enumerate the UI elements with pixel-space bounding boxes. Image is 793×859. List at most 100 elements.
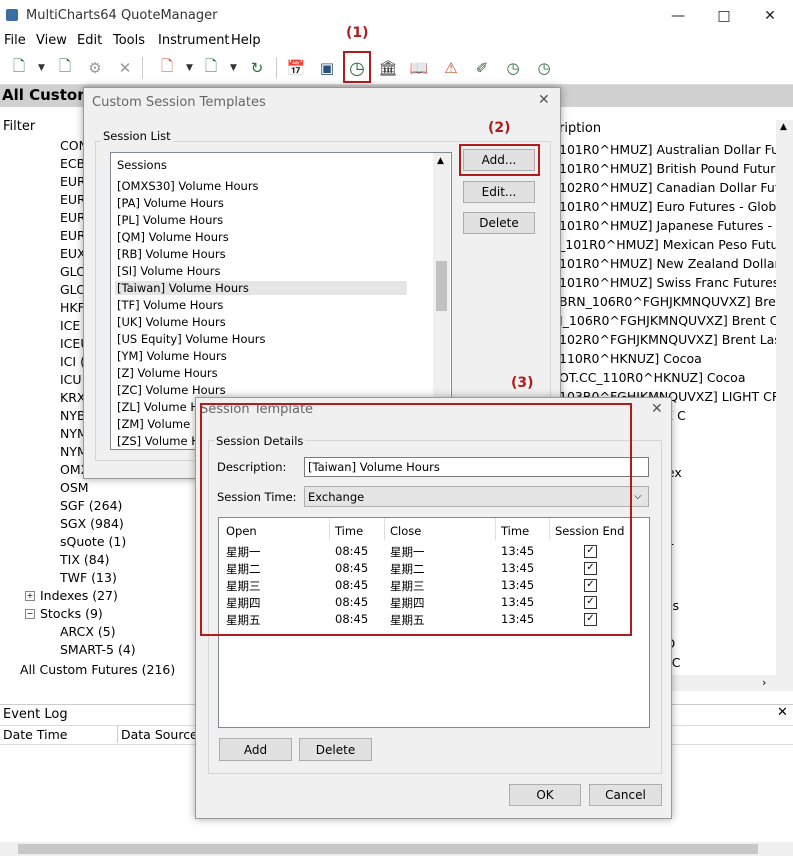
column-date-time[interactable]: Date Time (3, 727, 67, 742)
calendar-icon[interactable]: 📅 (285, 57, 307, 79)
tree-item[interactable]: ARCX (5) (60, 624, 116, 639)
session-item[interactable]: [TF] Volume Hours (117, 298, 223, 312)
tree-item[interactable]: SGF (264) (60, 498, 122, 513)
menu-tools[interactable]: Tools (113, 33, 145, 48)
menu-view[interactable]: View (36, 33, 67, 48)
session-item[interactable]: [YM] Volume Hours (117, 349, 227, 363)
tree-item[interactable]: HKF (60, 300, 85, 315)
cancel-button[interactable]: Cancel (589, 784, 662, 806)
session-item[interactable]: [Taiwan] Volume Hours (115, 281, 407, 295)
tree-item[interactable]: EUR (60, 228, 86, 243)
list-item[interactable]: 101R0^HMUZ] Japanese Futures - Glob (559, 218, 793, 233)
tree-item[interactable]: ICE (60, 318, 80, 333)
tree-item[interactable]: Indexes (27) (40, 588, 118, 603)
menu-file[interactable]: File (4, 33, 26, 48)
add-symbol-icon[interactable]: 🗋 (54, 57, 76, 79)
chevron-down-icon[interactable]: ⌵ (634, 491, 642, 502)
tree-item[interactable]: ICU (60, 372, 82, 387)
close-icon[interactable]: ✕ (651, 401, 663, 417)
alert-calendar-icon[interactable]: ⚠ (440, 57, 462, 79)
list-item[interactable]: 102R0^FGHJKMNQUVXZ] Brent Last D (559, 332, 793, 347)
session-item[interactable]: [PA] Volume Hours (117, 196, 224, 210)
ok-button[interactable]: OK (509, 784, 581, 806)
menu-help[interactable]: Help (231, 33, 261, 48)
session-item[interactable]: [US Equity] Volume Hours (117, 332, 265, 346)
close-icon[interactable]: ✕ (777, 705, 788, 720)
filter-label[interactable]: Filter (3, 119, 35, 134)
tree-item[interactable]: OSM (60, 480, 89, 495)
tree-item[interactable]: ICI ( (60, 354, 85, 369)
maximize-icon[interactable]: □ (701, 0, 747, 31)
menu-edit[interactable]: Edit (77, 33, 102, 48)
edit-session-button[interactable]: Edit... (463, 181, 535, 203)
list-item[interactable]: OT.CC_110R0^HKNUZ] Cocoa (559, 370, 746, 385)
tree-item[interactable]: SMART-5 (4) (60, 642, 136, 657)
scroll-right-icon[interactable]: › (762, 676, 766, 689)
split-icon[interactable]: ✐ (471, 57, 493, 79)
delete-session-button[interactable]: Delete (463, 212, 535, 234)
add-session-row-button[interactable]: Add (219, 738, 292, 761)
minimize-icon[interactable]: — (655, 0, 701, 31)
gear-icon[interactable]: ⚙ (84, 57, 106, 79)
scroll-up-icon[interactable]: ▲ (437, 156, 444, 166)
session-item[interactable]: [ZC] Volume Hours (117, 383, 226, 397)
chevron-down-icon[interactable]: ▼ (186, 63, 193, 73)
tree-item[interactable]: All Custom Futures (216) (20, 662, 175, 677)
list-item[interactable]: 101R0^HMUZ] British Pound Futures - G (559, 161, 793, 176)
session-item[interactable]: [SI] Volume Hours (117, 264, 220, 278)
list-item[interactable]: 101R0^HMUZ] Swiss Franc Futures - Gl (559, 275, 793, 290)
refresh-icon[interactable]: ↻ (246, 57, 268, 79)
tree-item[interactable]: TWF (13) (60, 570, 117, 585)
list-item[interactable]: 102R0^HMUZ] Canadian Dollar Future (559, 180, 793, 195)
collapse-icon[interactable]: − (25, 609, 35, 619)
close-icon[interactable]: ✕ (747, 0, 793, 31)
chevron-down-icon[interactable]: ▼ (230, 63, 237, 73)
tree-item[interactable]: ECB (60, 156, 85, 171)
tree-item[interactable]: NYB (60, 408, 86, 423)
scroll-up-icon[interactable]: ▲ (780, 122, 787, 132)
delete-session-row-button[interactable]: Delete (299, 738, 372, 761)
expand-icon[interactable]: + (25, 591, 35, 601)
close-icon[interactable]: ✕ (538, 92, 550, 108)
tree-item[interactable]: EUR (60, 210, 86, 225)
horizontal-scrollbar[interactable] (0, 842, 793, 856)
scroll-thumb[interactable] (436, 261, 447, 311)
tree-item[interactable]: SGX (984) (60, 516, 124, 531)
list-item[interactable]: J_106R0^FGHJKMNQUVXZ] Brent Cruc (559, 313, 793, 328)
timer-icon[interactable]: ◷ (502, 57, 524, 79)
session-item[interactable]: [OMXS30] Volume Hours (117, 179, 259, 193)
list-item[interactable]: 110R0^HKNUZ] Cocoa (559, 351, 702, 366)
import-icon[interactable]: 🗋 (200, 57, 222, 79)
delete-icon[interactable]: ✕ (114, 57, 136, 79)
exchange-icon[interactable]: 🏛 (377, 57, 399, 79)
column-header-description[interactable]: ription (559, 121, 601, 136)
tree-item[interactable]: EUR (60, 174, 86, 189)
session-item[interactable]: [RB] Volume Hours (117, 247, 226, 261)
session-item[interactable]: [UK] Volume Hours (117, 315, 226, 329)
list-item[interactable]: 101R0^HMUZ] Euro Futures - Globex (559, 199, 791, 214)
scroll-thumb[interactable] (18, 844, 758, 854)
book-icon[interactable]: 📖 (408, 57, 430, 79)
tree-item[interactable]: sQuote (1) (60, 534, 126, 549)
tree-item[interactable]: EUX (60, 246, 86, 261)
tree-item[interactable]: EUR (60, 192, 86, 207)
tree-item[interactable]: Stocks (9) (40, 606, 103, 621)
session-item[interactable]: [PL] Volume Hours (117, 213, 223, 227)
chevron-down-icon[interactable]: ▼ (38, 63, 45, 73)
list-item[interactable]: 101R0^HMUZ] New Zealand Dollar Fu (559, 256, 793, 271)
session-item[interactable]: [Z] Volume Hours (117, 366, 218, 380)
session-item[interactable]: [QM] Volume Hours (117, 230, 229, 244)
toolbar-separator (276, 57, 277, 79)
new-instrument-icon[interactable]: 🗋 (8, 57, 30, 79)
list-item[interactable]: 101R0^HMUZ] Australian Dollar Future (559, 142, 793, 157)
menu-instrument[interactable]: Instrument (158, 33, 230, 48)
vertical-scrollbar[interactable]: ▲ (776, 120, 793, 680)
list-item[interactable]: _101R0^HMUZ] Mexican Peso Futures (559, 237, 793, 252)
list-item[interactable]: BRN_106R0^FGHJKMNQUVXZ] Brent C (559, 294, 793, 309)
tree-item[interactable]: TIX (84) (60, 552, 110, 567)
export-icon[interactable]: 🗋 (156, 57, 178, 79)
timer-refresh-icon[interactable]: ◷ (533, 57, 555, 79)
monitor-icon[interactable]: ▣ (316, 57, 338, 79)
column-data-source[interactable]: Data Source (121, 727, 198, 742)
tree-item[interactable]: KRX (60, 390, 85, 405)
